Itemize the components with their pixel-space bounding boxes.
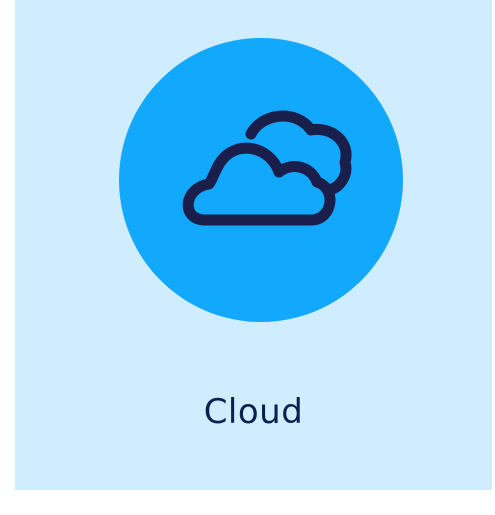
cloud-tile[interactable]: Cloud [15, 0, 492, 490]
cloud-icon [182, 110, 352, 226]
icon-circle [119, 38, 403, 322]
tile-label: Cloud [203, 392, 304, 432]
